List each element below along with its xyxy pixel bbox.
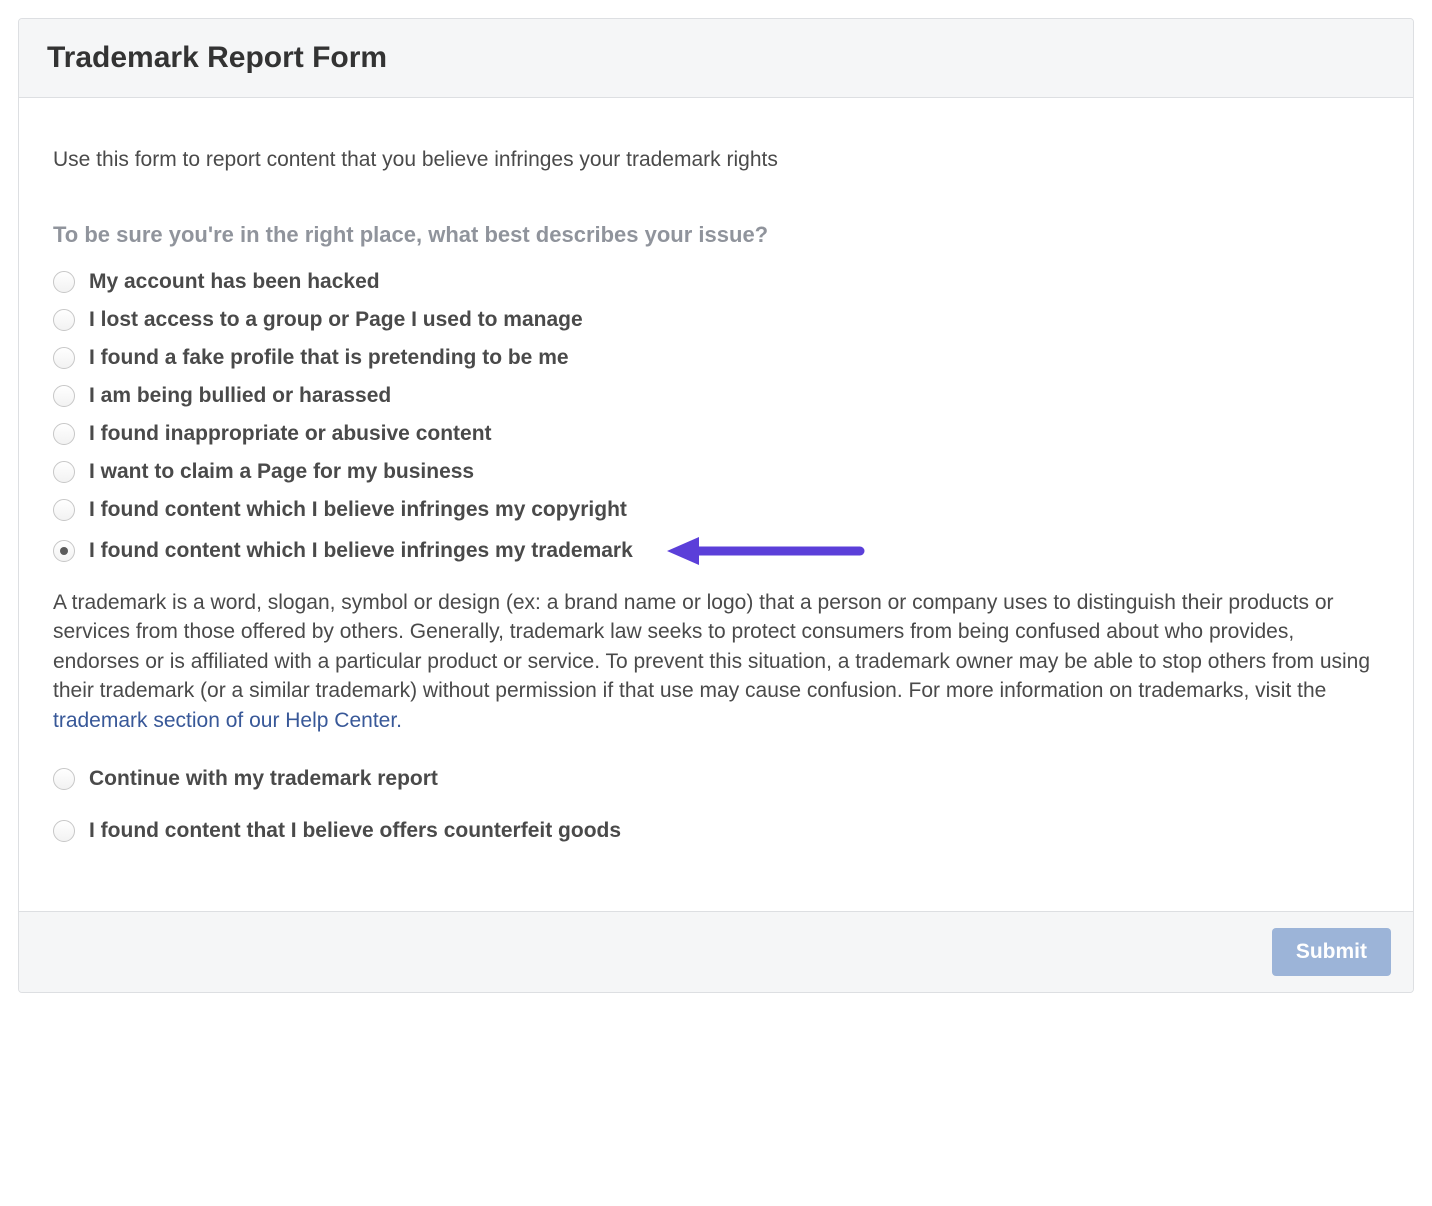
option-fake-profile[interactable]: I found a fake profile that is pretendin… [53, 346, 1379, 370]
option-label: I found content which I believe infringe… [89, 539, 633, 563]
option-label: I am being bullied or harassed [89, 384, 391, 408]
page-title: Trademark Report Form [47, 41, 1385, 75]
radio-icon [53, 271, 75, 293]
option-label: I found inappropriate or abusive content [89, 422, 492, 446]
sub-options-group: Continue with my trademark report I foun… [53, 767, 1379, 843]
annotation-arrow-icon [665, 536, 865, 566]
card-body: Use this form to report content that you… [19, 98, 1413, 911]
option-lost-access[interactable]: I lost access to a group or Page I used … [53, 308, 1379, 332]
sub-option-counterfeit[interactable]: I found content that I believe offers co… [53, 819, 1379, 843]
option-copyright[interactable]: I found content which I believe infringe… [53, 498, 1379, 522]
info-text: A trademark is a word, slogan, symbol or… [53, 591, 1370, 702]
option-label: I found a fake profile that is pretendin… [89, 346, 569, 370]
card-header: Trademark Report Form [19, 19, 1413, 98]
radio-icon [53, 309, 75, 331]
sub-option-continue[interactable]: Continue with my trademark report [53, 767, 1379, 791]
option-claim-page[interactable]: I want to claim a Page for my business [53, 460, 1379, 484]
form-card: Trademark Report Form Use this form to r… [18, 18, 1414, 993]
help-center-link[interactable]: trademark section of our Help Center. [53, 709, 402, 732]
radio-icon [53, 768, 75, 790]
card-footer: Submit [19, 911, 1413, 992]
radio-icon [53, 499, 75, 521]
sub-option-label: I found content that I believe offers co… [89, 819, 621, 843]
radio-icon [53, 423, 75, 445]
option-label: My account has been hacked [89, 270, 380, 294]
option-trademark[interactable]: I found content which I believe infringe… [53, 536, 1379, 566]
option-label: I want to claim a Page for my business [89, 460, 474, 484]
submit-button[interactable]: Submit [1272, 928, 1391, 976]
sub-option-label: Continue with my trademark report [89, 767, 438, 791]
option-label: I found content which I believe infringe… [89, 498, 627, 522]
radio-icon [53, 461, 75, 483]
radio-icon [53, 385, 75, 407]
option-label: I lost access to a group or Page I used … [89, 308, 583, 332]
radio-icon [53, 540, 75, 562]
info-paragraph: A trademark is a word, slogan, symbol or… [53, 588, 1379, 735]
intro-text: Use this form to report content that you… [53, 148, 1379, 172]
radio-icon [53, 347, 75, 369]
option-bullied[interactable]: I am being bullied or harassed [53, 384, 1379, 408]
options-group: My account has been hacked I lost access… [53, 270, 1379, 566]
option-hacked[interactable]: My account has been hacked [53, 270, 1379, 294]
question-text: To be sure you're in the right place, wh… [53, 222, 1379, 248]
radio-icon [53, 820, 75, 842]
option-inappropriate[interactable]: I found inappropriate or abusive content [53, 422, 1379, 446]
